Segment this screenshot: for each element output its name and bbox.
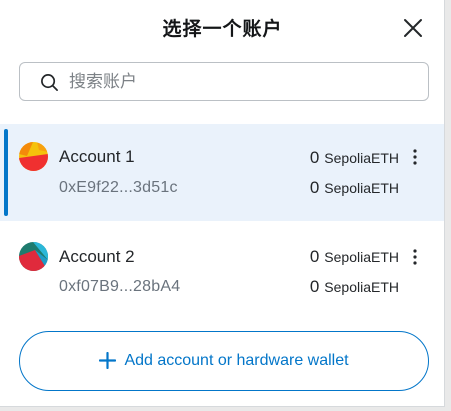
account-item-1[interactable]: Account 1 0xE9f22...3d51c 0 SepoliaETH 0S… — [0, 124, 444, 221]
account-selector-dialog: 选择一个账户 Account 1 0xE9f22...3d51c 0Sep — [0, 0, 445, 407]
account-address: 0xE9f22...3d51c — [59, 179, 178, 196]
balance-primary: 0 SepoliaETH — [310, 148, 399, 168]
balance-unit: SepoliaETH — [324, 180, 399, 196]
balance-secondary: 0 SepoliaETH — [310, 277, 399, 297]
account-menu-button[interactable] — [409, 148, 421, 166]
account-item-2[interactable]: Account 2 0xf07B9...28bA4 0 SepoliaETH 0S… — [0, 223, 444, 320]
balance-primary: 0 SepoliaETH — [310, 247, 399, 267]
plus-icon — [99, 352, 117, 369]
search-field[interactable] — [19, 62, 429, 101]
search-icon — [41, 74, 58, 91]
more-vertical-icon — [413, 149, 417, 165]
search-input[interactable] — [69, 69, 419, 95]
more-vertical-icon — [413, 249, 417, 265]
balance-amount: 0 — [309, 277, 320, 296]
dialog-header: 选择一个账户 — [0, 0, 444, 54]
avatar — [19, 242, 48, 271]
balance-unit: SepoliaETH — [324, 279, 399, 295]
add-account-label: Add account or hardware wallet — [124, 352, 349, 369]
add-account-button[interactable]: Add account or hardware wallet — [19, 331, 429, 391]
account-name: Account 2 — [59, 247, 135, 266]
selected-indicator — [4, 129, 8, 216]
balance-unit: SepoliaETH — [324, 249, 399, 265]
avatar — [19, 142, 48, 171]
dialog-title: 选择一个账户 — [162, 19, 283, 40]
balance-amount: 0 — [309, 247, 320, 266]
account-name: Account 1 — [59, 147, 135, 166]
balance-amount: 0 — [309, 178, 320, 197]
close-button[interactable] — [401, 16, 425, 40]
balance-amount: 0 — [309, 148, 320, 167]
account-menu-button[interactable] — [409, 248, 421, 266]
balance-unit: SepoliaETH — [324, 150, 399, 166]
balance-secondary: 0 SepoliaETH — [310, 178, 399, 198]
account-address: 0xf07B9...28bA4 — [59, 278, 181, 295]
close-icon — [404, 19, 422, 37]
